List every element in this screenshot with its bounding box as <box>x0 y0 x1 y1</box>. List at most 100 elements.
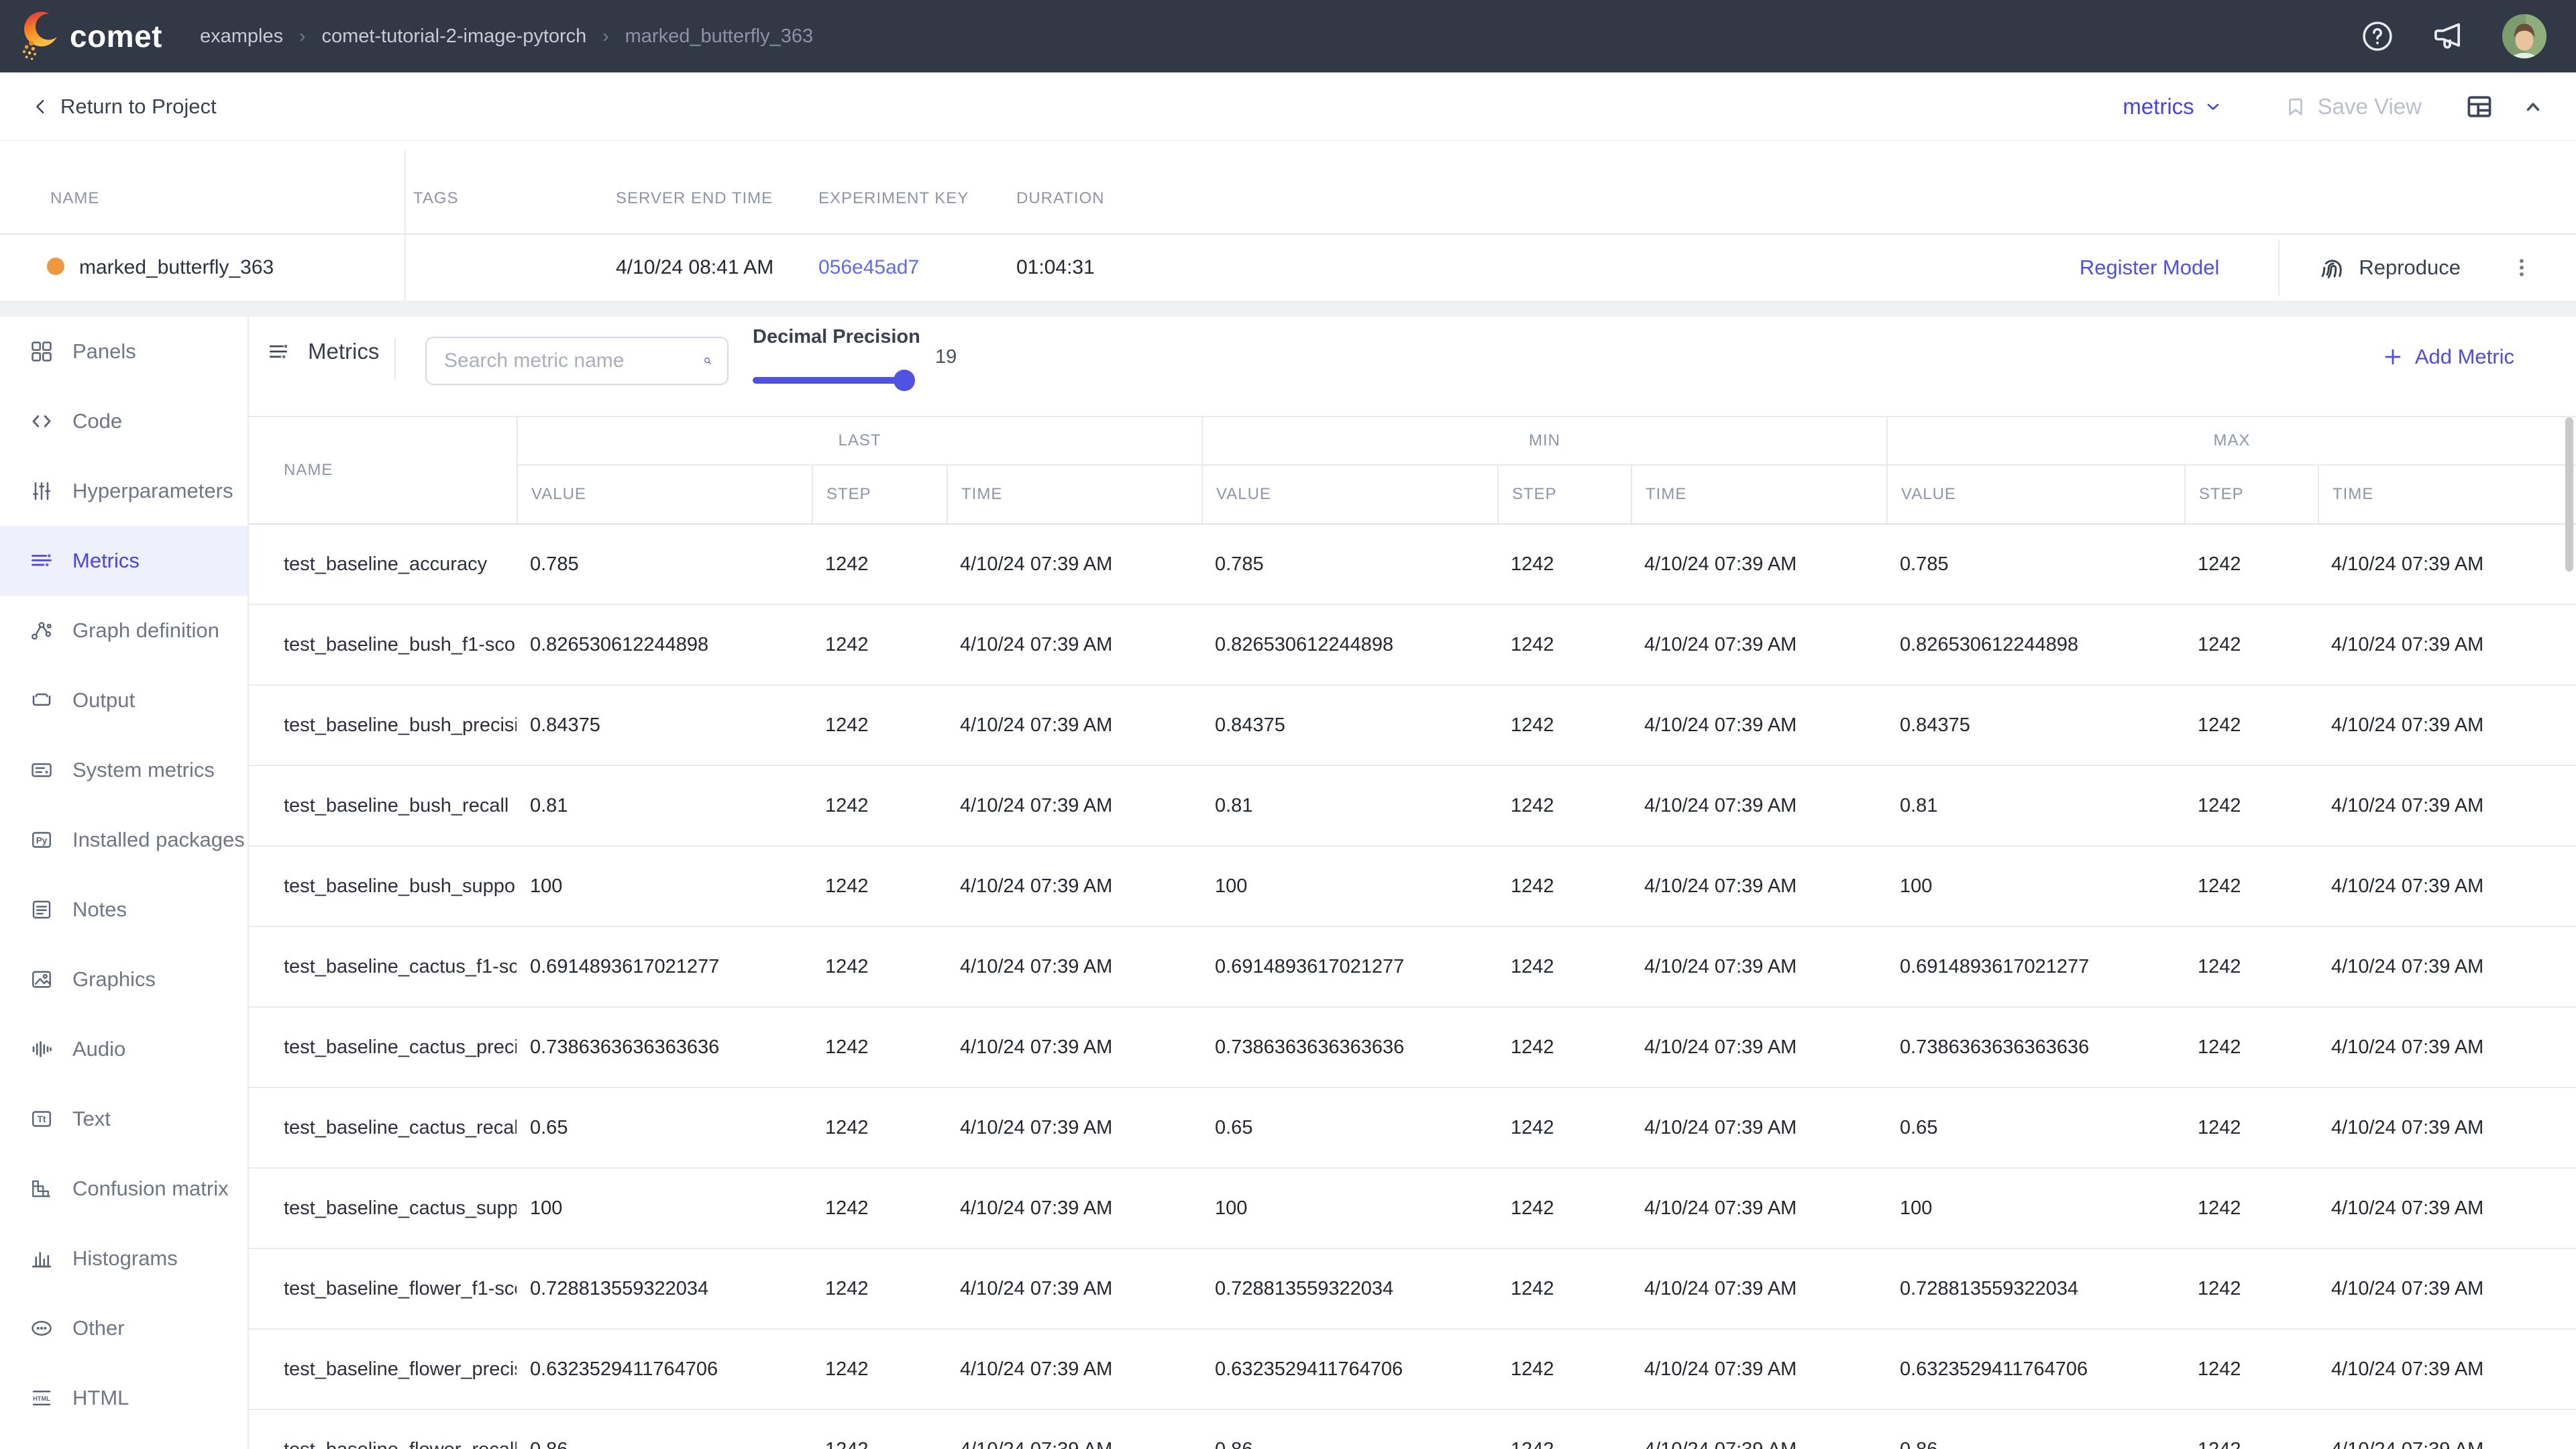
slider-thumb[interactable] <box>894 370 915 391</box>
metric-row[interactable]: test_baseline_flower_f1-score 0.72881355… <box>249 1249 2576 1330</box>
sidebar-item-system-metrics[interactable]: System metrics <box>0 735 248 805</box>
metric-min-time: 4/10/24 07:39 AM <box>1631 1088 1886 1167</box>
sidebar-item-code[interactable]: Code <box>0 386 248 456</box>
comet-logo-icon <box>19 10 62 62</box>
metric-last-step: 1242 <box>812 1088 947 1167</box>
subheader-last-time[interactable]: TIME <box>947 466 1201 523</box>
group-header-last: LAST <box>517 417 1201 464</box>
metric-min-step: 1242 <box>1497 686 1631 765</box>
other-icon <box>30 1316 54 1340</box>
metric-min-value: 0.84375 <box>1201 686 1497 765</box>
html-icon: HTML <box>30 1386 54 1410</box>
metric-row[interactable]: test_baseline_bush_recall 0.81 1242 4/10… <box>249 766 2576 847</box>
metric-last-value: 100 <box>517 847 812 926</box>
metric-name: test_baseline_cactus_precision <box>249 1008 517 1087</box>
experiment-row-actions: Register Model Reproduce <box>2080 235 2576 301</box>
sidebar-item-graph-definition[interactable]: Graph definition <box>0 596 248 665</box>
metric-row[interactable]: test_baseline_bush_support 100 1242 4/10… <box>249 847 2576 927</box>
metric-min-step: 1242 <box>1497 1330 1631 1409</box>
subheader-max-step[interactable]: STEP <box>2184 466 2318 523</box>
metric-search-input[interactable] <box>427 350 703 372</box>
sidebar-item-hyperparameters[interactable]: Hyperparameters <box>0 456 248 526</box>
metric-min-value: 0.6323529411764706 <box>1201 1330 1497 1409</box>
metric-min-time: 4/10/24 07:39 AM <box>1631 927 1886 1006</box>
sidebar-item-html[interactable]: HTML HTML <box>0 1363 248 1433</box>
metric-last-value: 0.81 <box>517 766 812 845</box>
subheader-min-time[interactable]: TIME <box>1631 466 1886 523</box>
metric-max-time: 4/10/24 07:39 AM <box>2318 1169 2483 1248</box>
subheader-last-value[interactable]: VALUE <box>517 466 812 523</box>
sidebar-item-installed-packages[interactable]: Py Installed packages <box>0 805 248 875</box>
metric-name: test_baseline_cactus_f1-score <box>249 927 517 1006</box>
metric-max-time: 4/10/24 07:39 AM <box>2318 525 2483 604</box>
metric-row[interactable]: test_baseline_cactus_f1-score 0.69148936… <box>249 927 2576 1008</box>
bookmark-icon <box>2284 95 2307 118</box>
metric-max-value: 0.6914893617021277 <box>1886 927 2184 1006</box>
metric-row[interactable]: test_baseline_flower_precision 0.6323529… <box>249 1330 2576 1410</box>
metric-row[interactable]: test_baseline_cactus_support 100 1242 4/… <box>249 1169 2576 1249</box>
sidebar-item-metrics[interactable]: Metrics <box>0 526 248 596</box>
metric-row[interactable]: test_baseline_bush_precision 0.84375 124… <box>249 686 2576 766</box>
metrics-list-icon <box>268 340 290 363</box>
metric-max-value: 0.7386363636363636 <box>1886 1008 2184 1087</box>
sidebar-item-notes[interactable]: Notes <box>0 875 248 945</box>
metric-last-value: 0.65 <box>517 1088 812 1167</box>
sidebar-item-graphics[interactable]: Graphics <box>0 945 248 1014</box>
metric-row[interactable]: test_baseline_flower_recall 0.86 1242 4/… <box>249 1410 2576 1449</box>
metric-min-step: 1242 <box>1497 847 1631 926</box>
subheader-max-value[interactable]: VALUE <box>1886 466 2184 523</box>
table-view-icon[interactable] <box>2465 92 2494 121</box>
metric-max-step: 1242 <box>2184 1249 2318 1328</box>
metric-row[interactable]: test_baseline_cactus_recall 0.65 1242 4/… <box>249 1088 2576 1169</box>
announcements-icon[interactable] <box>2430 17 2467 55</box>
subheader-max-time[interactable]: TIME <box>2318 466 2576 523</box>
breadcrumb-project[interactable]: comet-tutorial-2-image-pytorch <box>321 25 586 48</box>
subheader-last-step[interactable]: STEP <box>812 466 947 523</box>
metric-last-time: 4/10/24 07:39 AM <box>947 1088 1201 1167</box>
reproduce-button[interactable]: Reproduce <box>2318 253 2461 282</box>
sidebar-item-other[interactable]: Other <box>0 1293 248 1363</box>
register-model-button[interactable]: Register Model <box>2080 256 2219 280</box>
sidebar-item-panels[interactable]: Panels <box>0 317 248 386</box>
collapse-panel-icon[interactable] <box>2521 95 2545 119</box>
search-icon[interactable] <box>703 349 712 373</box>
subheader-min-value[interactable]: VALUE <box>1201 466 1497 523</box>
subheader-min-step[interactable]: STEP <box>1497 466 1631 523</box>
metric-last-value: 0.86 <box>517 1410 812 1449</box>
add-metric-button[interactable]: Add Metric <box>2383 345 2514 369</box>
metric-min-step: 1242 <box>1497 1249 1631 1328</box>
comet-logo[interactable]: comet <box>19 10 162 62</box>
view-selector-dropdown[interactable]: metrics <box>2123 94 2222 119</box>
metric-max-value: 0.86 <box>1886 1410 2184 1449</box>
save-view-button[interactable]: Save View <box>2284 94 2422 119</box>
table-scrollbar-thumb[interactable] <box>2565 417 2573 572</box>
metrics-header-name[interactable]: NAME <box>249 417 517 523</box>
sidebar-item-audio[interactable]: Audio <box>0 1014 248 1084</box>
sidebar-item-output[interactable]: Output <box>0 665 248 735</box>
help-icon[interactable] <box>2360 19 2395 54</box>
metric-last-step: 1242 <box>812 766 947 845</box>
sidebar-item-histograms[interactable]: Histograms <box>0 1224 248 1293</box>
divider <box>394 338 396 380</box>
metric-row[interactable]: test_baseline_bush_f1-score 0.8265306122… <box>249 605 2576 686</box>
sidebar-item-assets-artifacts[interactable]: Assets & Artifacts <box>0 1433 248 1449</box>
metric-max-time: 4/10/24 07:39 AM <box>2318 1410 2483 1449</box>
return-to-project-button[interactable]: Return to Project <box>31 95 217 119</box>
sidebar-item-text[interactable]: Tt Text <box>0 1084 248 1154</box>
metrics-table: NAME LAST MIN MAX VALUE STEP TIME VALUE … <box>249 416 2576 1449</box>
metric-last-value: 0.826530612244898 <box>517 605 812 684</box>
user-avatar[interactable] <box>2502 14 2546 58</box>
metric-max-value: 0.84375 <box>1886 686 2184 765</box>
metric-row[interactable]: test_baseline_accuracy 0.785 1242 4/10/2… <box>249 525 2576 605</box>
decimal-precision-slider[interactable] <box>753 369 914 390</box>
breadcrumb-workspace[interactable]: examples <box>200 25 283 48</box>
row-menu-kebab-icon[interactable] <box>2505 251 2538 284</box>
sidebar-item-confusion-matrix[interactable]: Confusion matrix <box>0 1154 248 1224</box>
group-header-min: MIN <box>1201 417 1886 464</box>
metric-last-time: 4/10/24 07:39 AM <box>947 525 1201 604</box>
metric-row[interactable]: test_baseline_cactus_precision 0.7386363… <box>249 1008 2576 1088</box>
experiment-name[interactable]: marked_butterfly_363 <box>79 256 274 279</box>
experiment-key-link[interactable]: 056e45ad7 <box>818 256 919 279</box>
metric-max-time: 4/10/24 07:39 AM <box>2318 686 2483 765</box>
experiment-row[interactable]: marked_butterfly_363 4/10/24 08:41 AM 05… <box>0 235 2576 301</box>
